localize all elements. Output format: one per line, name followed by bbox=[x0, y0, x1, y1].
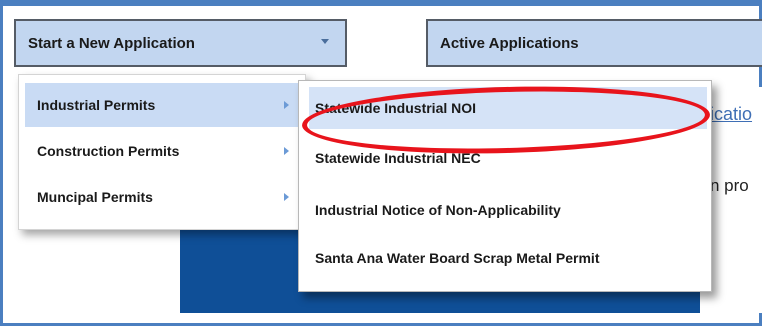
active-applications-label: Active Applications bbox=[440, 34, 579, 52]
menu-item-construction-permits[interactable]: Construction Permits bbox=[25, 129, 307, 173]
chevron-right-icon bbox=[284, 101, 289, 109]
menu-item-industrial-permits[interactable]: Industrial Permits bbox=[25, 83, 307, 127]
start-new-application-dropdown[interactable]: Start a New Application bbox=[14, 19, 347, 67]
industrial-permits-submenu: Statewide Industrial NOI Statewide Indus… bbox=[298, 80, 712, 292]
background-text-fragment: n pro bbox=[710, 176, 749, 195]
start-new-application-label: Start a New Application bbox=[28, 34, 195, 52]
menu-item-label: Muncipal Permits bbox=[37, 189, 153, 205]
application-type-menu: Industrial Permits Construction Permits … bbox=[18, 74, 307, 230]
submenu-item-notice-of-non-applicability[interactable]: Industrial Notice of Non-Applicability bbox=[309, 189, 707, 231]
submenu-item-statewide-industrial-noi[interactable]: Statewide Industrial NOI bbox=[309, 87, 707, 129]
chevron-right-icon bbox=[284, 193, 289, 201]
menu-item-muncipal-permits[interactable]: Muncipal Permits bbox=[25, 175, 307, 219]
submenu-item-scrap-metal-permit[interactable]: Santa Ana Water Board Scrap Metal Permit bbox=[309, 237, 707, 279]
active-applications-button[interactable]: Active Applications bbox=[426, 19, 762, 67]
background-link-fragment[interactable]: icatio bbox=[710, 104, 752, 125]
menu-item-label: Industrial Permits bbox=[37, 97, 156, 113]
submenu-item-label: Santa Ana Water Board Scrap Metal Permit bbox=[315, 250, 600, 266]
submenu-item-statewide-industrial-nec[interactable]: Statewide Industrial NEC bbox=[309, 137, 707, 179]
chevron-right-icon bbox=[284, 147, 289, 155]
submenu-item-label: Statewide Industrial NOI bbox=[315, 100, 477, 116]
menu-item-label: Construction Permits bbox=[37, 143, 180, 159]
submenu-item-label: Industrial Notice of Non-Applicability bbox=[315, 202, 561, 218]
submenu-item-label: Statewide Industrial NEC bbox=[315, 150, 481, 166]
chevron-down-icon bbox=[321, 39, 329, 44]
